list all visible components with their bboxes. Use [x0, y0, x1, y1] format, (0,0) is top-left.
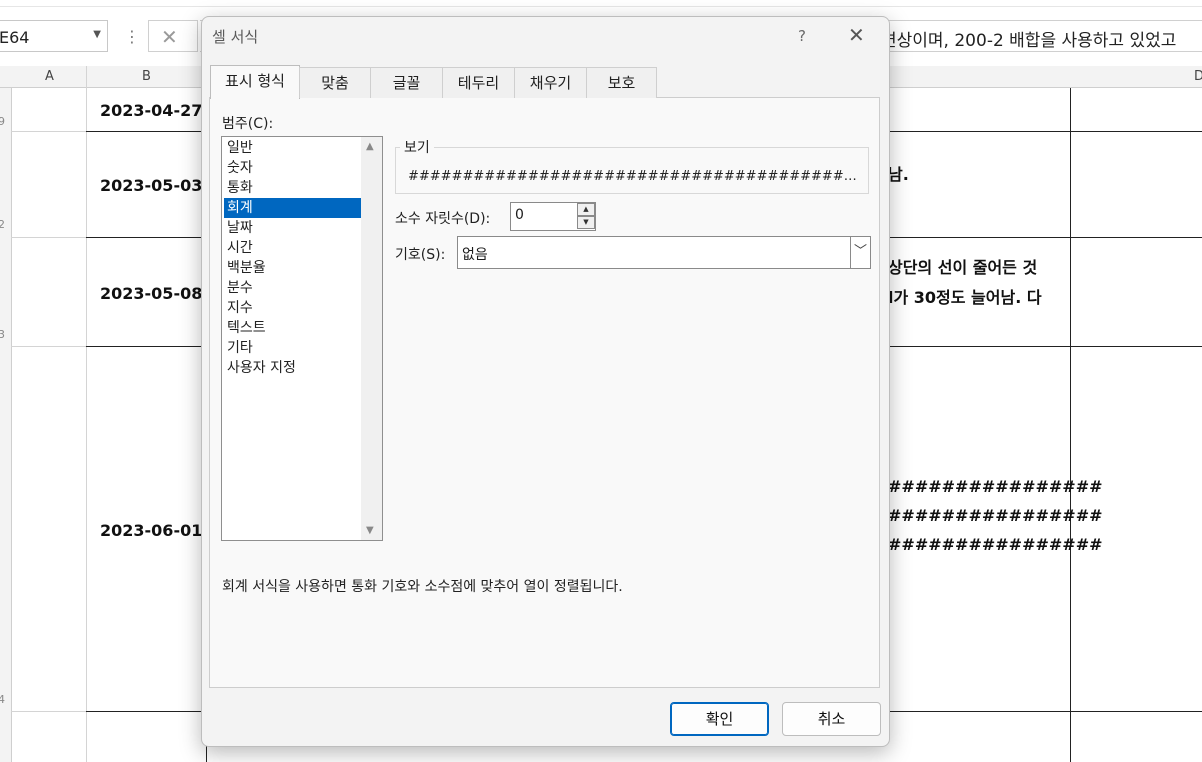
column-header-a[interactable]: A	[45, 69, 54, 84]
row-number[interactable]: 2	[0, 218, 5, 231]
row-header: 9 2 3 4	[0, 88, 12, 762]
name-box[interactable]: E64 ▼	[0, 20, 108, 52]
category-description: 회계 서식을 사용하면 통화 기호와 소수점에 맞추어 열이 정렬됩니다.	[222, 579, 623, 595]
grid-line	[11, 346, 86, 347]
sample-value: ########################################…	[408, 169, 858, 184]
spin-down-icon[interactable]: ▼	[577, 216, 595, 229]
date-cell[interactable]: 2023-04-27	[100, 101, 202, 120]
date-cell[interactable]: 2023-06-01	[100, 521, 202, 540]
format-cells-dialog: 셀 서식 ? ✕ 표시 형식 맞춤 글꼴 테두리 채우기 보호 범주(C): 일…	[201, 16, 890, 747]
column-header-b[interactable]: B	[142, 69, 151, 84]
tab-number[interactable]: 표시 형식	[210, 65, 300, 99]
decimal-places-value: 0	[515, 207, 524, 223]
symbol-value: 없음	[462, 247, 488, 263]
grid-line	[11, 237, 86, 238]
column-divider	[86, 66, 87, 88]
category-scrollbar[interactable]: ▲ ▼	[361, 137, 382, 540]
category-item[interactable]: 날짜	[224, 218, 361, 238]
decimal-places-label: 소수 자릿수(D):	[395, 211, 491, 227]
note-cell[interactable]: l가 30정도 늘어남. 다	[888, 284, 1042, 308]
row-number[interactable]: 3	[0, 328, 5, 341]
scroll-down-icon[interactable]: ▼	[366, 525, 374, 536]
tab-font[interactable]: 글꼴	[370, 67, 443, 98]
help-icon[interactable]: ?	[798, 27, 806, 45]
category-item[interactable]: 숫자	[224, 158, 361, 178]
category-item[interactable]: 일반	[224, 138, 361, 158]
category-label: 범주(C):	[222, 116, 274, 132]
more-options-icon[interactable]: ⋮	[124, 27, 140, 46]
row-number[interactable]: 4	[0, 693, 5, 706]
category-item-selected[interactable]: 회계	[224, 198, 361, 218]
scroll-up-icon[interactable]: ▲	[366, 141, 374, 152]
symbol-label: 기호(S):	[395, 247, 446, 263]
grid-line	[86, 88, 87, 762]
category-item[interactable]: 백분율	[224, 258, 361, 278]
spin-up-icon[interactable]: ▲	[577, 203, 595, 216]
category-item[interactable]: 텍스트	[224, 318, 361, 338]
ok-button[interactable]: 확인	[670, 702, 769, 736]
dialog-title: 셀 서식	[212, 28, 259, 46]
row-number[interactable]: 9	[0, 115, 5, 128]
category-item[interactable]: 시간	[224, 238, 361, 258]
tab-protection[interactable]: 보호	[586, 67, 657, 98]
ribbon-edge	[0, 0, 1202, 7]
formula-cancel-button[interactable]: ✕	[148, 20, 198, 52]
decimal-places-input[interactable]: 0 ▲ ▼	[510, 202, 596, 231]
category-item[interactable]: 기타	[224, 338, 361, 358]
close-icon: ✕	[161, 25, 178, 49]
date-cell[interactable]: 2023-05-08	[100, 284, 202, 303]
overflow-cell[interactable]: ################	[888, 506, 1103, 525]
tab-alignment[interactable]: 맞춤	[299, 67, 371, 98]
grid-line	[11, 131, 86, 132]
category-item[interactable]: 지수	[224, 298, 361, 318]
name-box-value: E64	[0, 28, 30, 47]
chevron-down-icon[interactable]: ▼	[93, 29, 101, 40]
overflow-cell[interactable]: ################	[888, 535, 1103, 554]
overflow-cell[interactable]: ################	[888, 477, 1103, 496]
cancel-button[interactable]: 취소	[782, 702, 881, 736]
grid-line	[1070, 88, 1071, 762]
sample-label: 보기	[400, 137, 434, 157]
chevron-down-icon[interactable]: ﹀	[850, 237, 870, 268]
tab-fill[interactable]: 채우기	[514, 67, 587, 98]
note-cell[interactable]: 남.	[888, 161, 909, 185]
category-item[interactable]: 통화	[224, 178, 361, 198]
symbol-select[interactable]: 없음 ﹀	[457, 236, 871, 269]
formula-text: 변상이며, 200-2 배합을 사용하고 있었고	[881, 31, 1177, 51]
close-icon[interactable]: ✕	[848, 23, 865, 47]
grid-line	[11, 711, 86, 712]
date-cell[interactable]: 2023-05-03	[100, 176, 202, 195]
category-item[interactable]: 분수	[224, 278, 361, 298]
category-item[interactable]: 사용자 지정	[224, 358, 361, 378]
column-header-d[interactable]: D	[1194, 69, 1202, 84]
note-cell[interactable]: 상단의 선이 줄어든 것	[888, 254, 1037, 278]
category-list[interactable]: 일반 숫자 통화 회계 날짜 시간 백분율 분수 지수 텍스트 기타 사용자 지…	[221, 136, 383, 541]
tab-border[interactable]: 테두리	[442, 67, 515, 98]
